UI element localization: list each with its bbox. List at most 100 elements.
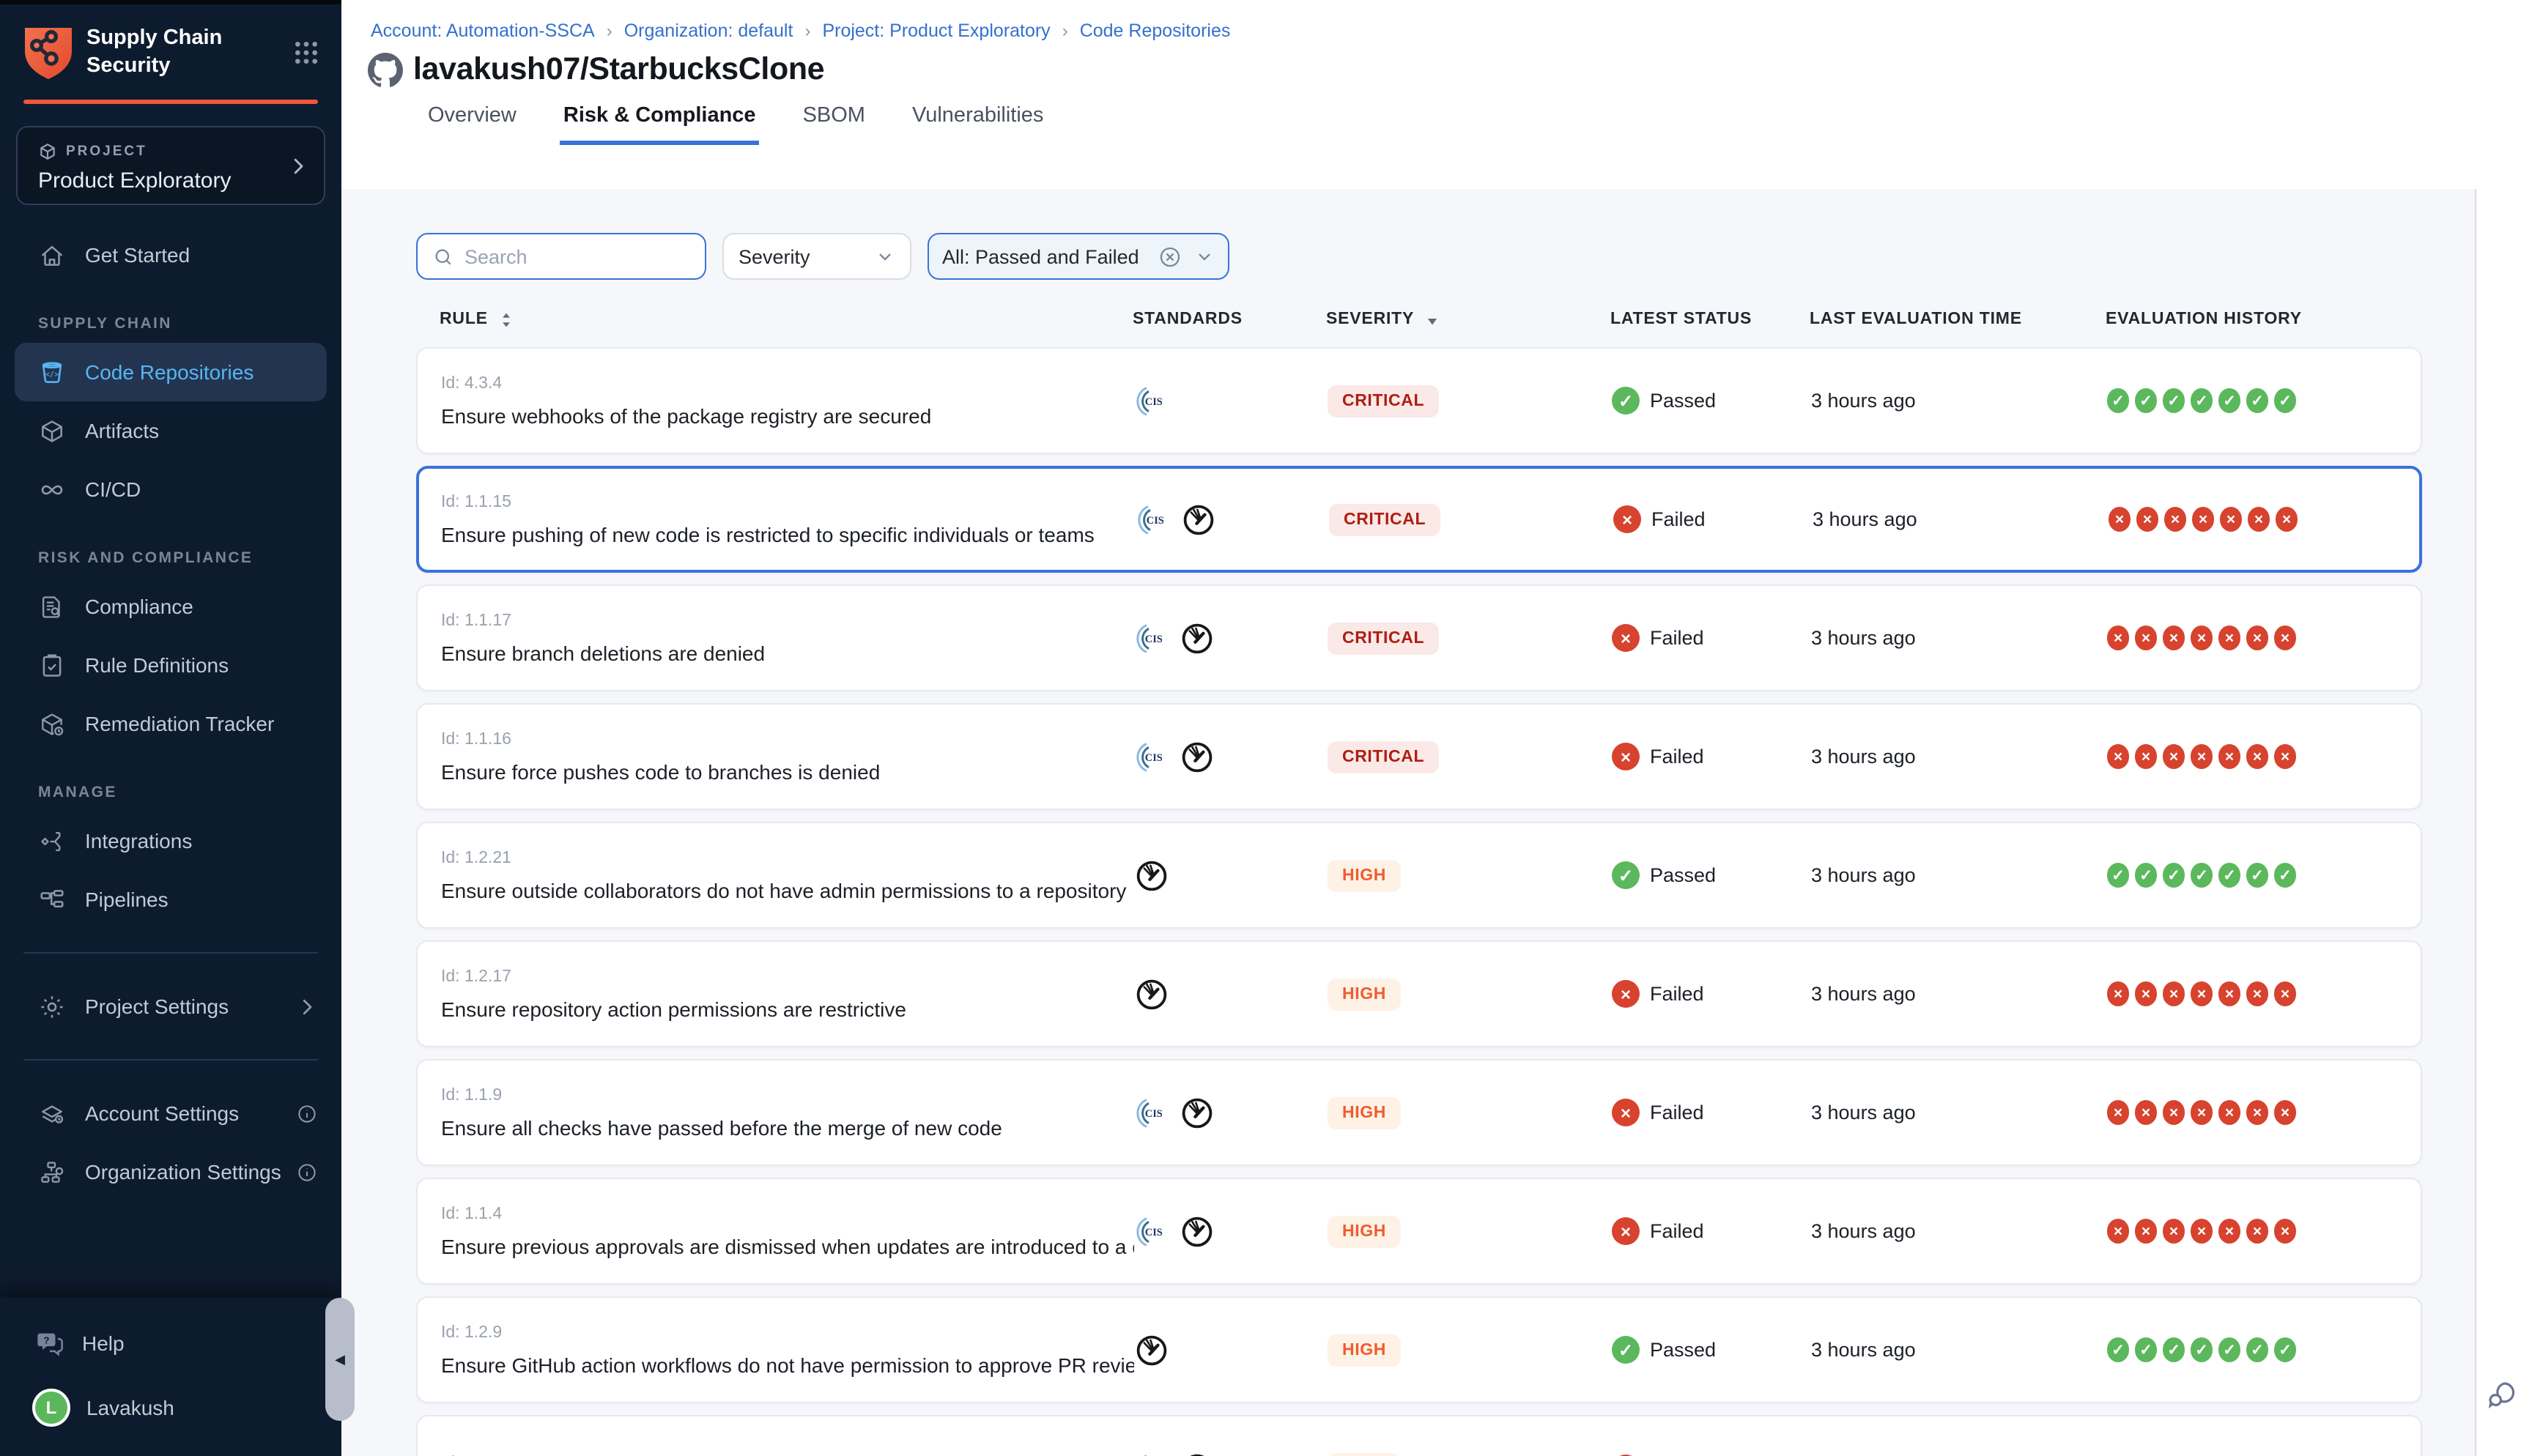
info-icon[interactable] <box>296 1102 318 1124</box>
sidebar-item-cicd[interactable]: CI/CD <box>0 460 341 519</box>
history-pass-icon: ✓ <box>2246 863 2268 888</box>
breadcrumb-account[interactable]: Account: Automation-SSCA <box>371 21 595 41</box>
table-row[interactable]: Id: 1.1.4 Ensure previous approvals are … <box>416 1178 2422 1285</box>
history-fail-icon: × <box>2191 982 2213 1006</box>
brand-accent-line <box>23 100 318 104</box>
status-label: Failed <box>1650 627 1704 649</box>
sidebar-item-compliance[interactable]: Compliance <box>0 577 341 636</box>
table-row[interactable]: Id: 1.1.16 Ensure force pushes code to b… <box>416 703 2422 810</box>
sidebar-item-get-started[interactable]: Get Started <box>0 226 341 284</box>
feedback-chat-icon[interactable] <box>2485 1377 2520 1412</box>
search-input[interactable] <box>464 245 684 267</box>
sort-desc-icon[interactable] <box>1423 310 1442 329</box>
rule-id: Id: 1.2.17 <box>441 967 1134 985</box>
history-pass-icon: ✓ <box>2218 389 2240 413</box>
evaluation-time: 3 hours ago <box>1811 1102 2107 1123</box>
project-selector[interactable]: PROJECT Product Exploratory <box>16 126 325 205</box>
history-fail-icon: × <box>2107 626 2129 650</box>
sidebar-item-organization-settings[interactable]: Organization Settings <box>0 1143 341 1201</box>
breadcrumb-organization[interactable]: Organization: default <box>624 21 793 41</box>
history-fail-icon: × <box>2135 982 2157 1006</box>
history-fail-icon: × <box>2248 508 2270 532</box>
rule-id: Id: 1.2.21 <box>441 849 1134 866</box>
table-row[interactable]: Id: 1.1.15 Ensure pushing of new code is… <box>416 466 2422 573</box>
sort-both-icon[interactable] <box>497 310 516 329</box>
sidebar-collapse-handle[interactable]: ◀ <box>325 1298 355 1421</box>
sidebar-item-label: Integrations <box>85 829 192 853</box>
clear-filter-icon[interactable] <box>1158 244 1182 269</box>
history-fail-icon: × <box>2163 626 2185 650</box>
rule-text: Ensure repository action permissions are… <box>441 997 1134 1020</box>
evaluation-history: ✓✓✓✓✓✓✓ <box>2107 863 2421 888</box>
status-icon: × <box>1612 1099 1640 1126</box>
table-row[interactable]: Id: 1.2.21 Ensure outside collaborators … <box>416 822 2422 929</box>
column-severity[interactable]: SEVERITY <box>1326 310 1610 329</box>
history-fail-icon: × <box>2218 1219 2240 1244</box>
sidebar-item-remediation-tracker[interactable]: Remediation Tracker <box>0 694 341 753</box>
sidebar-item-pipelines[interactable]: Pipelines <box>0 870 341 929</box>
status-label: Passed <box>1650 864 1716 886</box>
github-icon <box>368 52 403 87</box>
table-row[interactable]: Id: 1.2.17 Ensure repository action perm… <box>416 940 2422 1047</box>
status-icon: × <box>1612 1217 1640 1245</box>
table-row[interactable]: Id: 1.1.5 CIS HIGH × Failed 3 hours ago … <box>416 1415 2422 1456</box>
sidebar-item-integrations[interactable]: Integrations <box>0 811 341 870</box>
history-pass-icon: ✓ <box>2107 863 2129 888</box>
rule-text: Ensure branch deletions are denied <box>441 641 1134 664</box>
table-row[interactable]: Id: 1.1.9 Ensure all checks have passed … <box>416 1059 2422 1166</box>
svg-text:</>: </> <box>45 370 59 379</box>
info-icon[interactable] <box>296 1161 318 1183</box>
sidebar-item-artifacts[interactable]: Artifacts <box>0 401 341 460</box>
table-row[interactable]: Id: 1.1.17 Ensure branch deletions are d… <box>416 584 2422 691</box>
status-filter-dropdown[interactable]: All: Passed and Failed <box>928 233 1229 280</box>
table-row[interactable]: Id: 1.2.9 Ensure GitHub action workflows… <box>416 1296 2422 1403</box>
user-menu[interactable]: L Lavakush <box>0 1374 341 1441</box>
sidebar-item-account-settings[interactable]: Account Settings <box>0 1084 341 1143</box>
tab-sbom[interactable]: SBOM <box>800 104 868 145</box>
owasp-standard-icon <box>1180 1451 1215 1456</box>
history-pass-icon: ✓ <box>2163 1338 2185 1362</box>
severity-filter-dropdown[interactable]: Severity <box>722 233 911 280</box>
evaluation-history: ××××××× <box>2107 626 2421 650</box>
app-switcher-grid-icon[interactable] <box>292 38 321 67</box>
owasp-standard-icon <box>1180 739 1215 774</box>
severity-badge: CRITICAL <box>1328 385 1439 417</box>
evaluation-history: ××××××× <box>2109 508 2419 532</box>
history-fail-icon: × <box>2246 1101 2268 1125</box>
help-button[interactable]: ? Help <box>0 1312 341 1374</box>
pipelines-tree-icon <box>38 885 66 913</box>
chevron-down-icon <box>1194 246 1215 267</box>
app-logo-shield-icon <box>23 25 73 81</box>
svg-text:CIS: CIS <box>1145 395 1163 407</box>
severity-filter-label: Severity <box>738 245 810 267</box>
status-icon: × <box>1612 743 1640 770</box>
sidebar-item-project-settings[interactable]: Project Settings <box>0 977 341 1036</box>
table-row[interactable]: Id: 4.3.4 Ensure webhooks of the package… <box>416 347 2422 454</box>
cis-standard-icon: CIS <box>1134 739 1169 774</box>
tab-vulnerabilities[interactable]: Vulnerabilities <box>909 104 1046 145</box>
sidebar-item-rule-definitions[interactable]: Rule Definitions <box>0 636 341 694</box>
cis-standard-icon: CIS <box>1136 502 1171 537</box>
history-fail-icon: × <box>2107 1101 2129 1125</box>
column-rule[interactable]: RULE <box>416 310 1133 329</box>
breadcrumb-project[interactable]: Project: Product Exploratory <box>822 21 1050 41</box>
history-fail-icon: × <box>2274 982 2296 1006</box>
sidebar-item-code-repositories[interactable]: </> Code Repositories <box>15 343 327 401</box>
tab-risk-compliance[interactable]: Risk & Compliance <box>560 104 759 145</box>
rule-text: Ensure all checks have passed before the… <box>441 1115 1134 1139</box>
tab-overview[interactable]: Overview <box>425 104 519 145</box>
evaluation-time: 3 hours ago <box>1811 390 2107 412</box>
chevron-right-icon <box>296 995 318 1017</box>
sidebar-item-label: Project Settings <box>85 995 229 1018</box>
history-fail-icon: × <box>2274 1219 2296 1244</box>
evaluation-time: 3 hours ago <box>1811 627 2107 649</box>
sidebar-item-label: Get Started <box>85 243 190 267</box>
project-cube-icon <box>38 142 57 161</box>
history-pass-icon: ✓ <box>2246 389 2268 413</box>
breadcrumb-code-repositories[interactable]: Code Repositories <box>1080 21 1231 41</box>
evaluation-time: 3 hours ago <box>1813 508 2109 530</box>
main-content: Severity All: Passed and Failed RULE STA… <box>341 189 2475 1456</box>
breadcrumb-separator: › <box>804 21 810 41</box>
status-filter-label: All: Passed and Failed <box>942 245 1139 267</box>
status-label: Passed <box>1650 390 1716 412</box>
